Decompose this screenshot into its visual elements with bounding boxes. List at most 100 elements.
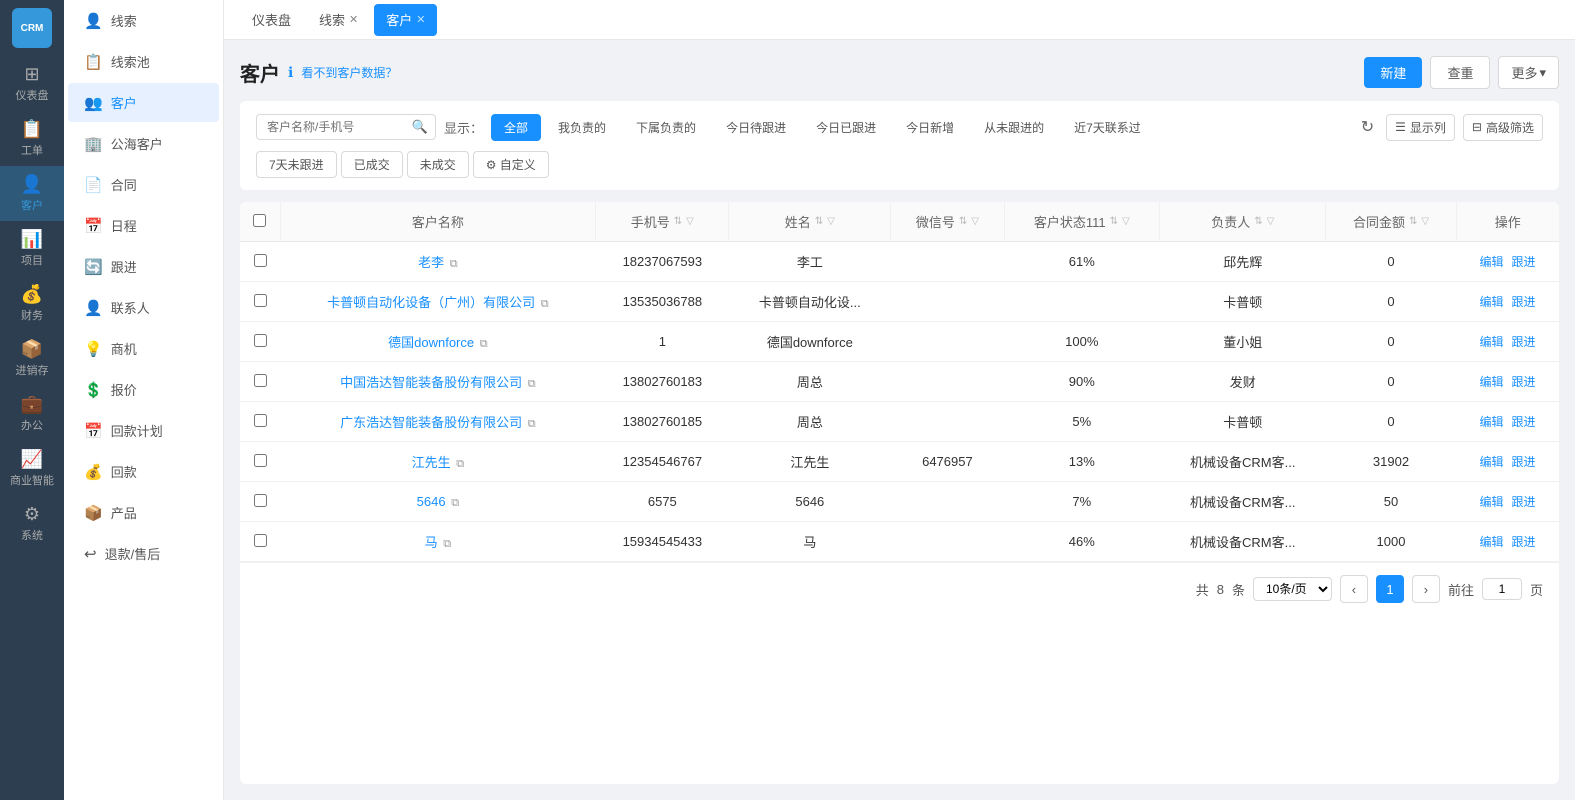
sidebar-item-public-customer[interactable]: 🏢 公海客户 bbox=[68, 124, 219, 163]
sidebar-item-leads-pool[interactable]: 📋 线索池 bbox=[68, 42, 219, 81]
name-sort-icon[interactable]: ⇅ bbox=[815, 216, 823, 227]
customer-name-link-6[interactable]: 江先生 bbox=[412, 455, 451, 470]
phone-sort-icon[interactable]: ⇅ bbox=[674, 216, 682, 227]
sidebar-item-refund[interactable]: ↩ 退款/售后 bbox=[68, 534, 219, 573]
followup-link-1[interactable]: 跟进 bbox=[1512, 253, 1536, 270]
next-page-btn[interactable]: › bbox=[1412, 575, 1440, 603]
sidebar-item-customer[interactable]: 👥 客户 bbox=[68, 83, 219, 122]
col-button[interactable]: ☰ 显示列 bbox=[1386, 114, 1455, 141]
row-checkbox-8[interactable] bbox=[254, 534, 267, 547]
copy-icon-8[interactable]: ⧉ bbox=[443, 538, 451, 550]
amount-sort-icon[interactable]: ⇅ bbox=[1409, 216, 1417, 227]
nav-item-project[interactable]: 📊 项目 bbox=[0, 221, 64, 276]
owner-filter-icon[interactable]: ▽ bbox=[1267, 216, 1275, 227]
wechat-sort-icon[interactable]: ⇅ bbox=[959, 216, 967, 227]
customer-name-link-7[interactable]: 5646 bbox=[417, 494, 446, 509]
followup-link-8[interactable]: 跟进 bbox=[1512, 533, 1536, 550]
row-checkbox-6[interactable] bbox=[254, 454, 267, 467]
tab-close-leads[interactable]: ✕ bbox=[349, 13, 358, 26]
edit-link-5[interactable]: 编辑 bbox=[1479, 413, 1503, 430]
filter-tab-7day[interactable]: 7天未跟进 bbox=[256, 151, 337, 178]
edit-link-3[interactable]: 编辑 bbox=[1479, 333, 1503, 350]
copy-icon-6[interactable]: ⧉ bbox=[456, 458, 464, 470]
copy-icon-2[interactable]: ⧉ bbox=[541, 298, 549, 310]
edit-link-4[interactable]: 编辑 bbox=[1479, 373, 1503, 390]
followup-link-5[interactable]: 跟进 bbox=[1512, 413, 1536, 430]
phone-filter-icon[interactable]: ▽ bbox=[686, 216, 694, 227]
sidebar-item-contract[interactable]: 📄 合同 bbox=[68, 165, 219, 204]
customer-name-link-1[interactable]: 老李 bbox=[418, 255, 444, 270]
owner-sort-icon[interactable]: ⇅ bbox=[1254, 216, 1262, 227]
sidebar-item-leads[interactable]: 👤 线索 bbox=[68, 1, 219, 40]
filter-tab-closed[interactable]: 已成交 bbox=[341, 151, 403, 178]
row-checkbox-2[interactable] bbox=[254, 294, 267, 307]
sidebar-item-opportunity[interactable]: 💡 商机 bbox=[68, 329, 219, 368]
filter-tab-today-done[interactable]: 今日已跟进 bbox=[803, 114, 889, 141]
page-btn-1[interactable]: 1 bbox=[1376, 575, 1404, 603]
row-checkbox-5[interactable] bbox=[254, 414, 267, 427]
customer-name-link-5[interactable]: 广东浩达智能装备股份有限公司 bbox=[340, 415, 522, 430]
followup-link-7[interactable]: 跟进 bbox=[1512, 493, 1536, 510]
search-input[interactable] bbox=[256, 114, 436, 140]
nav-item-finance[interactable]: 💰 财务 bbox=[0, 276, 64, 331]
followup-link-6[interactable]: 跟进 bbox=[1512, 453, 1536, 470]
copy-icon-5[interactable]: ⧉ bbox=[528, 418, 536, 430]
status-sort-icon[interactable]: ⇅ bbox=[1110, 216, 1118, 227]
sidebar-item-payment-plan[interactable]: 📅 回款计划 bbox=[68, 411, 219, 450]
customer-name-link-8[interactable]: 马 bbox=[425, 535, 438, 550]
row-checkbox-7[interactable] bbox=[254, 494, 267, 507]
tab-close-customer[interactable]: ✕ bbox=[416, 13, 425, 26]
nav-item-inventory[interactable]: 📦 进销存 bbox=[0, 331, 64, 386]
tab-customer[interactable]: 客户 ✕ bbox=[374, 4, 437, 36]
edit-link-8[interactable]: 编辑 bbox=[1479, 533, 1503, 550]
sidebar-item-quote[interactable]: 💲 报价 bbox=[68, 370, 219, 409]
customer-name-link-2[interactable]: 卡普顿自动化设备（广州）有限公司 bbox=[327, 295, 535, 310]
nav-item-system[interactable]: ⚙ 系统 bbox=[0, 496, 64, 551]
copy-icon-1[interactable]: ⧉ bbox=[450, 258, 458, 270]
customer-name-link-4[interactable]: 中国浩达智能装备股份有限公司 bbox=[340, 375, 522, 390]
copy-icon-3[interactable]: ⧉ bbox=[480, 338, 488, 350]
prev-page-btn[interactable]: ‹ bbox=[1340, 575, 1368, 603]
copy-icon-4[interactable]: ⧉ bbox=[528, 378, 536, 390]
followup-link-3[interactable]: 跟进 bbox=[1512, 333, 1536, 350]
filter-tab-custom[interactable]: ⚙ 自定义 bbox=[473, 151, 549, 178]
edit-link-7[interactable]: 编辑 bbox=[1479, 493, 1503, 510]
advanced-filter-button[interactable]: ⊟ 高级筛选 bbox=[1463, 114, 1543, 141]
filter-tab-week-contact[interactable]: 近7天联系过 bbox=[1061, 114, 1154, 141]
sidebar-item-product[interactable]: 📦 产品 bbox=[68, 493, 219, 532]
edit-link-2[interactable]: 编辑 bbox=[1479, 293, 1503, 310]
filter-tab-today-new[interactable]: 今日新增 bbox=[893, 114, 967, 141]
name-filter-icon[interactable]: ▽ bbox=[827, 216, 835, 227]
filter-tab-not-closed[interactable]: 未成交 bbox=[407, 151, 469, 178]
sidebar-item-schedule[interactable]: 📅 日程 bbox=[68, 206, 219, 245]
nav-item-customer[interactable]: 👤 客户 bbox=[0, 166, 64, 221]
tab-leads[interactable]: 线索 ✕ bbox=[307, 4, 370, 36]
filter-tab-mine[interactable]: 我负责的 bbox=[545, 114, 619, 141]
row-checkbox-3[interactable] bbox=[254, 334, 267, 347]
nav-item-order[interactable]: 📋 工单 bbox=[0, 111, 64, 166]
filter-tab-today-pending[interactable]: 今日待跟进 bbox=[713, 114, 799, 141]
filter-tab-all[interactable]: 全部 bbox=[491, 114, 541, 141]
filter-tab-never[interactable]: 从未跟进的 bbox=[971, 114, 1057, 141]
followup-link-2[interactable]: 跟进 bbox=[1512, 293, 1536, 310]
customer-name-link-3[interactable]: 德国downforce bbox=[388, 335, 474, 350]
page-jump-input[interactable] bbox=[1482, 578, 1522, 600]
wechat-filter-icon[interactable]: ▽ bbox=[971, 216, 979, 227]
nav-item-bi[interactable]: 📈 商业智能 bbox=[0, 441, 64, 496]
amount-filter-icon[interactable]: ▽ bbox=[1421, 216, 1429, 227]
edit-link-6[interactable]: 编辑 bbox=[1479, 453, 1503, 470]
page-size-select[interactable]: 10条/页 20条/页 50条/页 bbox=[1253, 577, 1332, 601]
nav-item-office[interactable]: 💼 办公 bbox=[0, 386, 64, 441]
sidebar-item-contact[interactable]: 👤 联系人 bbox=[68, 288, 219, 327]
copy-icon-7[interactable]: ⧉ bbox=[451, 497, 459, 509]
sidebar-item-payment[interactable]: 💰 回款 bbox=[68, 452, 219, 491]
nav-item-dashboard[interactable]: ⊞ 仪表盘 bbox=[0, 56, 64, 111]
select-all-checkbox[interactable] bbox=[253, 214, 266, 227]
more-button[interactable]: 更多 ▾ bbox=[1498, 56, 1559, 89]
row-checkbox-1[interactable] bbox=[254, 254, 267, 267]
page-hint[interactable]: 看不到客户数据？ bbox=[301, 64, 397, 81]
row-checkbox-4[interactable] bbox=[254, 374, 267, 387]
edit-link-1[interactable]: 编辑 bbox=[1479, 253, 1503, 270]
followup-link-4[interactable]: 跟进 bbox=[1512, 373, 1536, 390]
filter-tab-sub[interactable]: 下属负责的 bbox=[623, 114, 709, 141]
